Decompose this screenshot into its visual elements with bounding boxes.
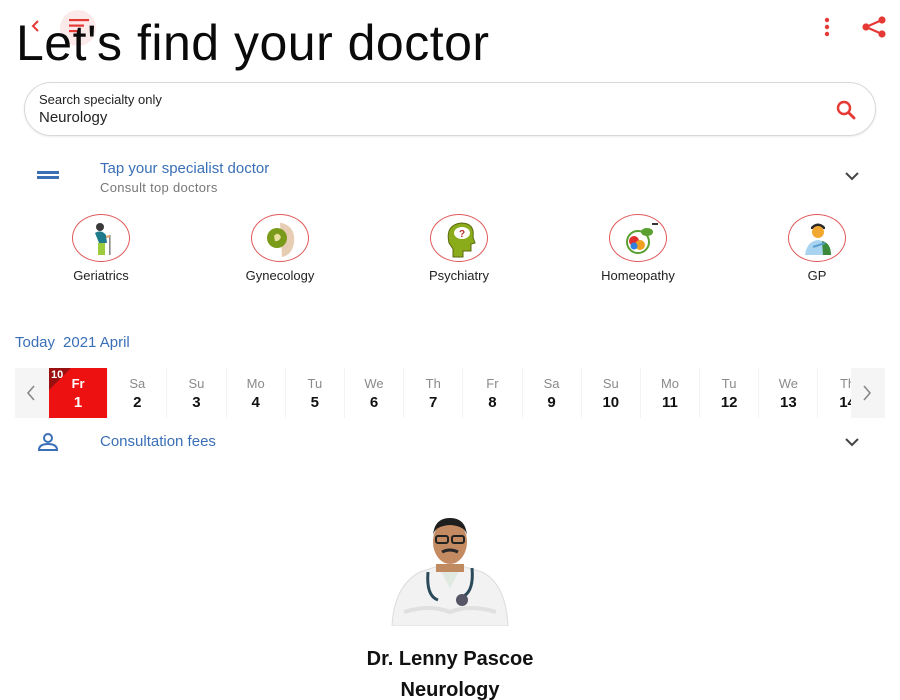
day-number: 11 (662, 394, 678, 411)
specialty-label: Homeopathy (601, 268, 675, 283)
day-of-week: Tu (307, 376, 323, 391)
specialty-label: Geriatrics (73, 268, 129, 283)
doctor-card[interactable]: Dr. Lenny Pascoe Neurology (300, 508, 600, 700)
date-item[interactable]: We 6 (345, 368, 405, 418)
date-item[interactable]: Su 10 (582, 368, 641, 418)
svg-text:?: ? (459, 229, 465, 240)
specialty-psychiatry[interactable]: ? Psychiatry (399, 214, 519, 283)
date-list: 10 Fr 1 Sa 2 Su 3 Mo 4 Tu 5 We 6 Th 7 Fr 8 Sa 9 Su 10 Mo 11 Tu 1… (49, 368, 878, 418)
specialty-label: Gynecology (245, 268, 315, 283)
specialty-list: Geriatrics Gynecology ? Psychiatry Homeo… (0, 214, 900, 294)
date-item[interactable]: Sa 2 (108, 368, 168, 418)
day-number: 12 (720, 394, 738, 411)
chevron-right-icon[interactable] (851, 368, 885, 418)
day-of-week: Th (425, 376, 441, 391)
doctor-specialty: Neurology (400, 679, 500, 700)
day-of-week: We (364, 376, 384, 391)
specialty-homeopathy[interactable]: Homeopathy (578, 214, 698, 283)
search-input[interactable] (39, 109, 739, 126)
date-item[interactable]: Sa 9 (523, 368, 582, 418)
page-title: Let's find your doctor (16, 15, 490, 71)
date-item[interactable]: Su 3 (167, 368, 227, 418)
day-number: 5 (310, 394, 320, 411)
day-of-week: Fr (486, 376, 499, 391)
date-item[interactable]: Tu 12 (700, 368, 760, 418)
specialty-label: Psychiatry (429, 268, 489, 283)
day-of-week: Su (188, 376, 205, 391)
year-month-label: 2021 April (63, 334, 130, 351)
date-item[interactable]: Fr 8 (463, 368, 523, 418)
day-of-week: Sa (543, 376, 560, 391)
day-of-week: Su (602, 376, 619, 391)
date-item[interactable]: Th 7 (404, 368, 464, 418)
day-of-week: We (778, 376, 798, 391)
day-number: 2 (133, 394, 142, 411)
day-number: 10 (602, 394, 620, 411)
day-number: 4 (251, 394, 260, 411)
search-icon[interactable] (835, 99, 857, 121)
date-badge: 10 (51, 369, 64, 381)
person-icon (36, 432, 60, 452)
menu-icon (36, 166, 60, 186)
chevron-down-icon[interactable] (844, 169, 860, 181)
day-number: 1 (73, 394, 83, 411)
specialty-gynecology[interactable]: Gynecology (220, 214, 340, 283)
specialist-section-header[interactable]: Tap your specialist doctor Consult top d… (0, 154, 900, 198)
day-of-week: Tu (721, 376, 737, 391)
doctor-name: Dr. Lenny Pascoe (366, 648, 534, 670)
pregnancy-icon (251, 214, 309, 262)
day-number: 7 (429, 394, 438, 411)
specialty-gp[interactable]: GP (757, 214, 877, 283)
day-of-week: Sa (129, 376, 146, 391)
specialty-geriatrics[interactable]: Geriatrics (41, 214, 161, 283)
specialist-section-title: Tap your specialist doctor (100, 160, 270, 177)
date-item[interactable]: Mo 11 (641, 368, 701, 418)
patient-sling-icon (788, 214, 846, 262)
share-icon[interactable] (860, 15, 888, 39)
day-of-week: Mo (246, 376, 265, 391)
date-strip: 10 Fr 1 Sa 2 Su 3 Mo 4 Tu 5 We 6 Th 7 Fr 8 Sa 9 Su 10 Mo 11 Tu 1… (15, 368, 885, 418)
day-number: 13 (780, 394, 797, 411)
fees-section-title: Consultation fees (100, 433, 216, 450)
date-item[interactable]: 10 Fr 1 (49, 368, 109, 418)
more-vert-icon[interactable] (820, 16, 834, 38)
doctor-photo[interactable] (390, 508, 510, 627)
elderly-person-icon (72, 214, 130, 262)
fees-section-header[interactable]: Consultation fees (0, 420, 900, 464)
day-of-week: Mo (660, 376, 679, 391)
head-question-icon: ? (430, 214, 488, 262)
day-number: 9 (547, 394, 556, 411)
search-label: Search specialty only (39, 92, 162, 107)
search-field[interactable]: Search specialty only (24, 82, 876, 136)
chevron-down-icon[interactable] (844, 435, 860, 447)
today-label[interactable]: Today (15, 334, 55, 351)
fruit-bowl-icon (609, 214, 667, 262)
day-number: 6 (369, 394, 379, 411)
date-item[interactable]: Tu 5 (286, 368, 345, 418)
specialty-label: GP (807, 268, 827, 283)
calendar-header: Today 2021 April (15, 334, 130, 351)
date-item[interactable]: Mo 4 (227, 368, 286, 418)
day-number: 3 (192, 394, 201, 411)
date-item[interactable]: We 13 (759, 368, 819, 418)
chevron-left-icon[interactable] (15, 368, 49, 418)
day-number: 8 (488, 394, 497, 411)
specialist-section-subtitle: Consult top doctors (100, 180, 218, 195)
